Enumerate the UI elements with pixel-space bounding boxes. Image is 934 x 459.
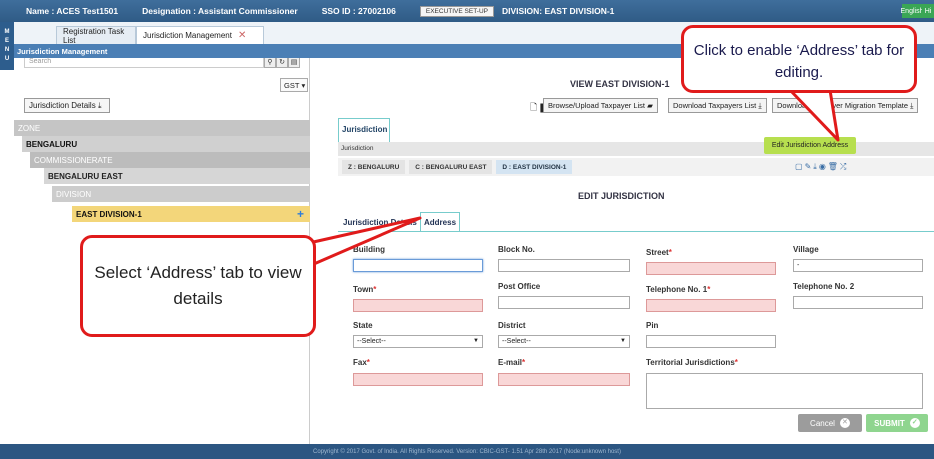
callout-select-address: Select ‘Address’ tab to view details [80,235,316,337]
top-callout-pointer [788,88,840,142]
callout-enable-address: Click to enable ‘Address’ tab for editin… [681,25,917,93]
left-callout-pointer [298,216,422,272]
